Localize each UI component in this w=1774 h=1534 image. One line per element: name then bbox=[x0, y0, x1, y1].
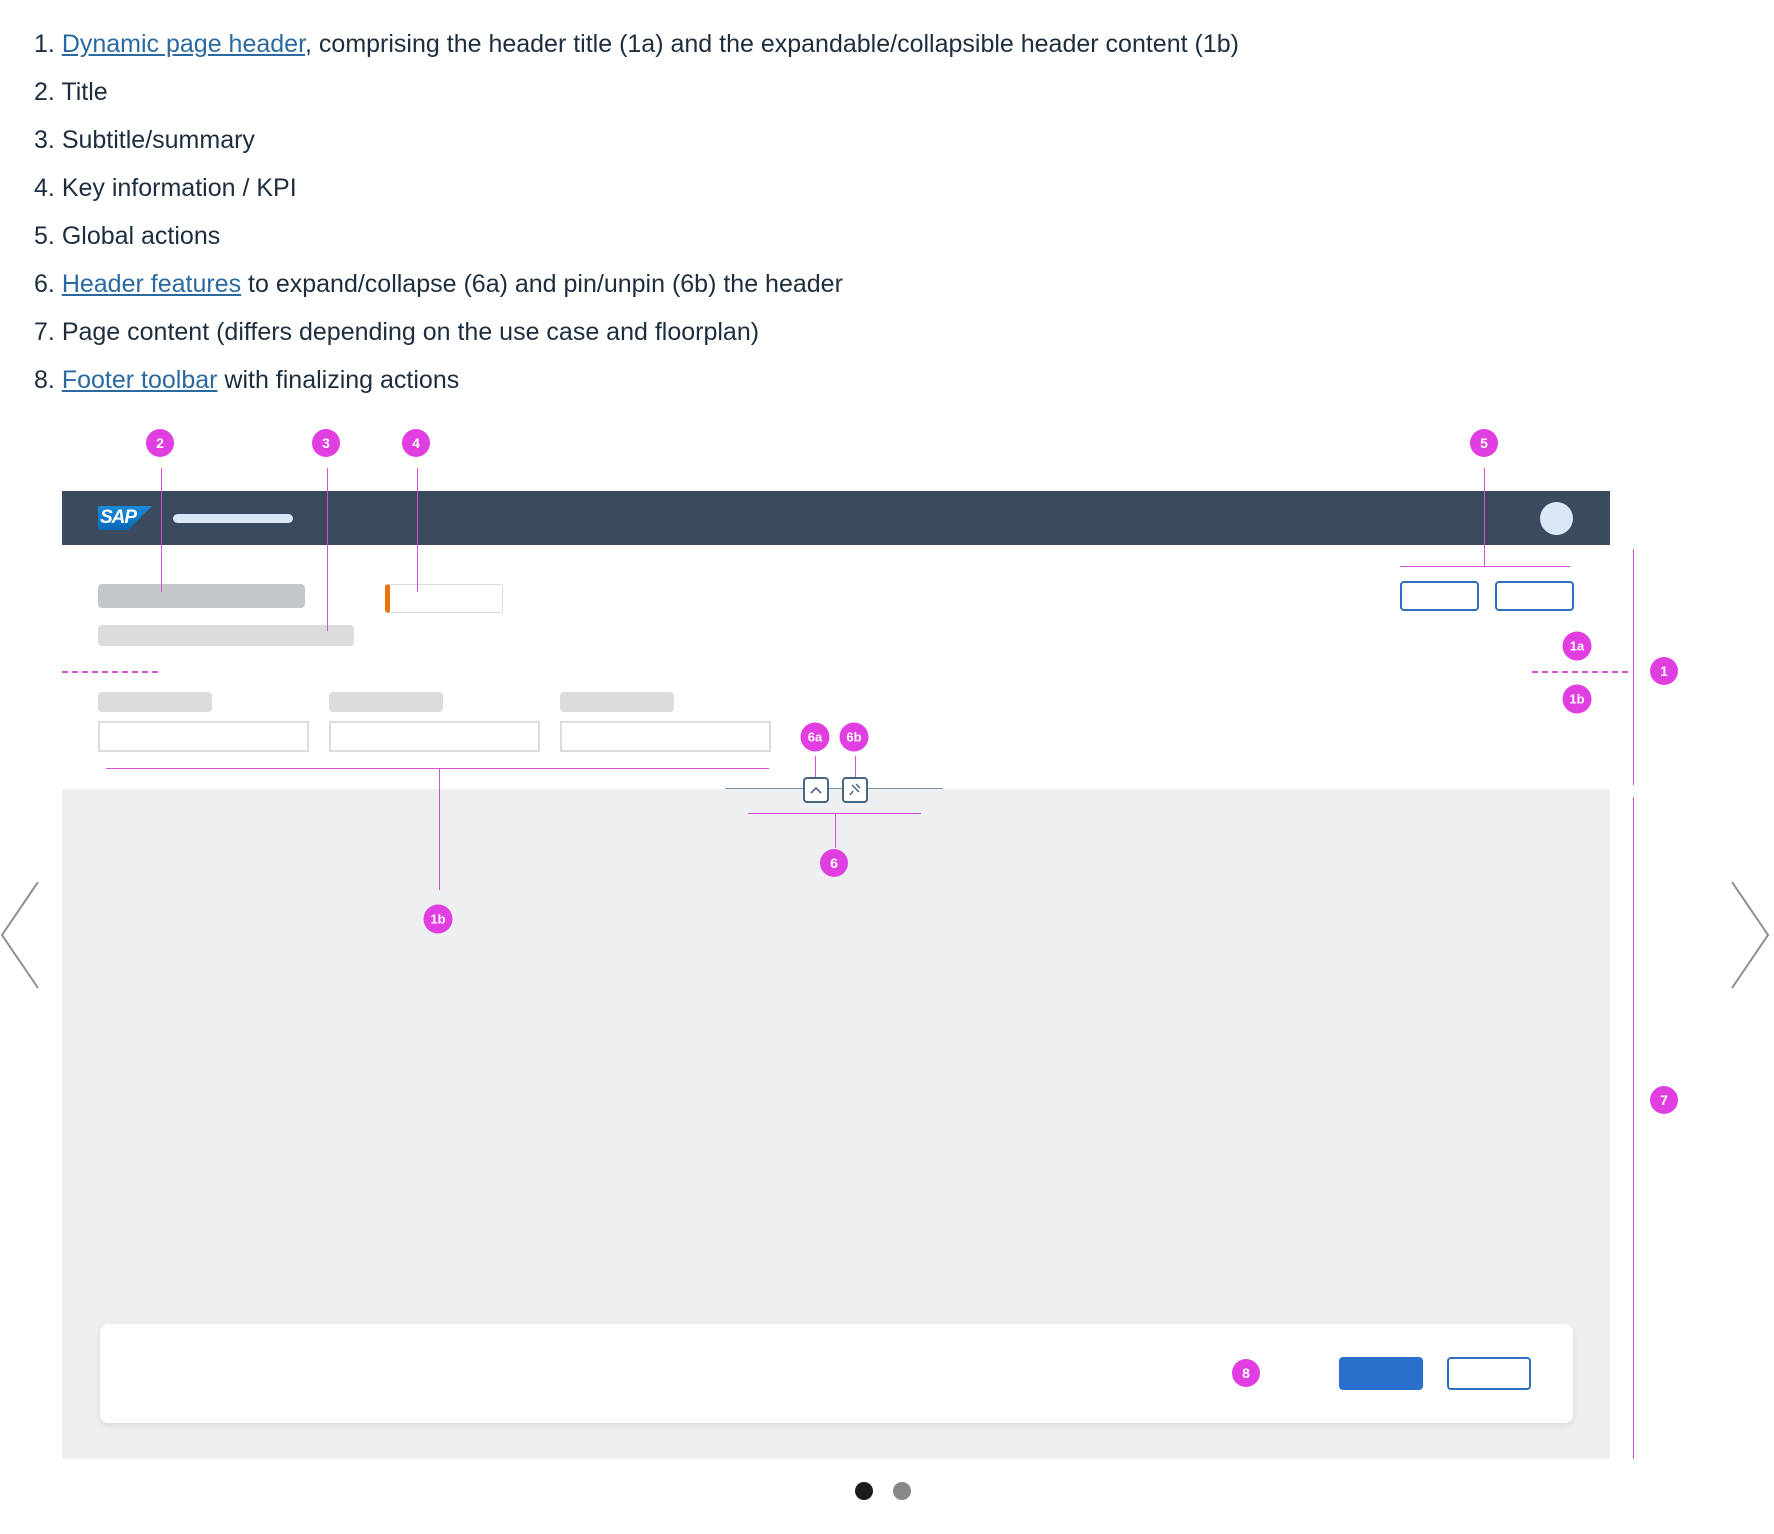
chevron-right-icon[interactable] bbox=[1730, 880, 1770, 990]
title-placeholder bbox=[98, 584, 305, 608]
collapse-header-button bbox=[803, 777, 829, 803]
callout-badge-6b: 6b bbox=[839, 722, 869, 752]
callout-badge-2: 2 bbox=[146, 429, 174, 457]
kpi-placeholder bbox=[385, 584, 503, 613]
global-action-button-1 bbox=[1400, 581, 1479, 611]
shell-bar bbox=[62, 491, 1610, 545]
footer-primary-button bbox=[1339, 1357, 1423, 1390]
filter-input-placeholder-2 bbox=[329, 721, 540, 752]
callout-badge-1b-right: 1b bbox=[1562, 684, 1592, 714]
callout-line-5 bbox=[1484, 468, 1485, 566]
callout-line-6a bbox=[815, 756, 816, 777]
callout-line-3 bbox=[327, 468, 328, 631]
callout-line-1b bbox=[439, 768, 440, 890]
avatar bbox=[1540, 502, 1573, 535]
callout-line-7 bbox=[1633, 797, 1634, 1459]
callout-line-1 bbox=[1633, 549, 1634, 785]
callout-badge-4: 4 bbox=[402, 429, 430, 457]
dynamic-page-diagram: SAP 2 3 4 5 1a 1 1b 6a 6b 6 1b 7 8 bbox=[0, 0, 1774, 1534]
filter-label-placeholder-3 bbox=[560, 692, 674, 712]
filter-input-placeholder-3 bbox=[560, 721, 771, 752]
callout-badge-1: 1 bbox=[1650, 657, 1678, 685]
carousel-dot-2[interactable] bbox=[893, 1482, 911, 1500]
callout-badge-7: 7 bbox=[1650, 1086, 1678, 1114]
callout-badge-6: 6 bbox=[820, 849, 848, 877]
callout-badge-1a: 1a bbox=[1562, 631, 1592, 661]
callout-bracket-1b bbox=[106, 768, 769, 769]
global-action-button-2 bbox=[1495, 581, 1574, 611]
callout-badge-3: 3 bbox=[312, 429, 340, 457]
callout-line-2 bbox=[161, 468, 162, 592]
dynamic-page-header bbox=[62, 545, 1610, 789]
callout-badge-6a: 6a bbox=[800, 722, 830, 752]
callout-line-6b bbox=[855, 756, 856, 777]
callout-line-6 bbox=[835, 813, 836, 848]
filter-input-placeholder-1 bbox=[98, 721, 309, 752]
callout-bracket-5 bbox=[1400, 566, 1570, 567]
callout-badge-8: 8 bbox=[1232, 1359, 1260, 1387]
footer-secondary-button bbox=[1447, 1357, 1531, 1390]
filter-label-placeholder-2 bbox=[329, 692, 443, 712]
filter-label-placeholder-1 bbox=[98, 692, 212, 712]
chevron-up-icon bbox=[810, 786, 822, 794]
subtitle-placeholder bbox=[98, 625, 354, 646]
callout-badge-1b-bottom: 1b bbox=[423, 904, 453, 934]
pin-icon bbox=[849, 783, 861, 796]
callout-line-4 bbox=[417, 468, 418, 592]
shell-title-placeholder bbox=[173, 514, 293, 523]
carousel-dot-1[interactable] bbox=[855, 1482, 873, 1500]
chevron-left-icon[interactable] bbox=[0, 880, 40, 990]
header-split-line-right bbox=[1532, 671, 1628, 673]
callout-badge-5: 5 bbox=[1470, 429, 1498, 457]
pin-header-button bbox=[842, 777, 868, 803]
header-split-line-left bbox=[62, 671, 158, 673]
header-divider-line bbox=[725, 788, 943, 789]
